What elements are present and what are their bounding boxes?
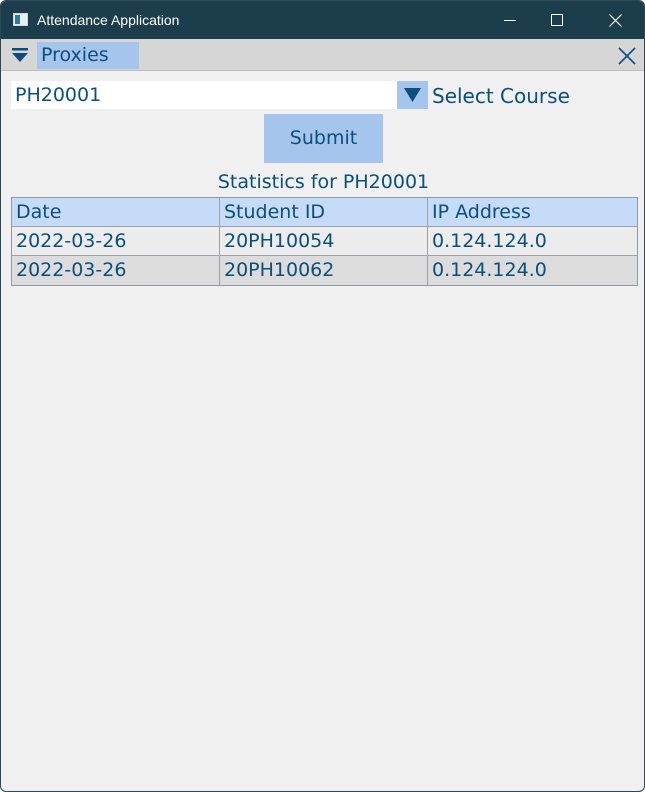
minimize-icon [504,20,516,21]
window-title: Attendance Application [37,12,180,28]
cell-date: 2022-03-26 [12,227,220,255]
course-input[interactable] [11,81,397,109]
dropdown-arrow-icon[interactable] [11,47,29,63]
table-row[interactable]: 2022-03-26 20PH10054 0.124.124.0 [12,227,637,256]
cell-ip-address: 0.124.124.0 [432,230,547,252]
submit-button[interactable]: Submit [264,114,383,163]
column-header-student-id[interactable]: Student ID [220,198,428,226]
statistics-table: Date Student ID IP Address 2022-03-26 20… [11,197,638,286]
column-header-ip-address[interactable]: IP Address [428,198,637,226]
cell-student-id: 20PH10062 [220,256,428,285]
cell-student-id: 20PH10054 [220,227,428,255]
app-icon [13,13,28,26]
close-icon [609,14,622,27]
title-bar: Attendance Application [1,1,644,39]
maximize-button[interactable] [534,1,580,39]
table-header-row: Date Student ID IP Address [12,198,637,227]
minimize-button[interactable] [487,1,533,39]
course-dropdown-button[interactable] [397,81,428,109]
table-row[interactable]: 2022-03-26 20PH10062 0.124.124.0 [12,256,637,285]
column-header-date[interactable]: Date [12,198,220,226]
close-tab-icon[interactable] [618,47,636,65]
maximize-icon [551,14,563,26]
close-window-button[interactable] [592,1,638,39]
statistics-title: Statistics for PH20001 [217,171,430,193]
app-window: Attendance Application Proxies PH20001 S… [0,0,645,792]
select-course-label: Select Course [432,84,570,108]
chevron-down-icon [404,88,421,102]
cell-date: 2022-03-26 [12,256,220,285]
cell-ip-address: 0.124.124.0 [432,259,547,281]
tab-bar: Proxies [1,39,644,71]
tab-proxies[interactable]: Proxies [37,42,139,69]
